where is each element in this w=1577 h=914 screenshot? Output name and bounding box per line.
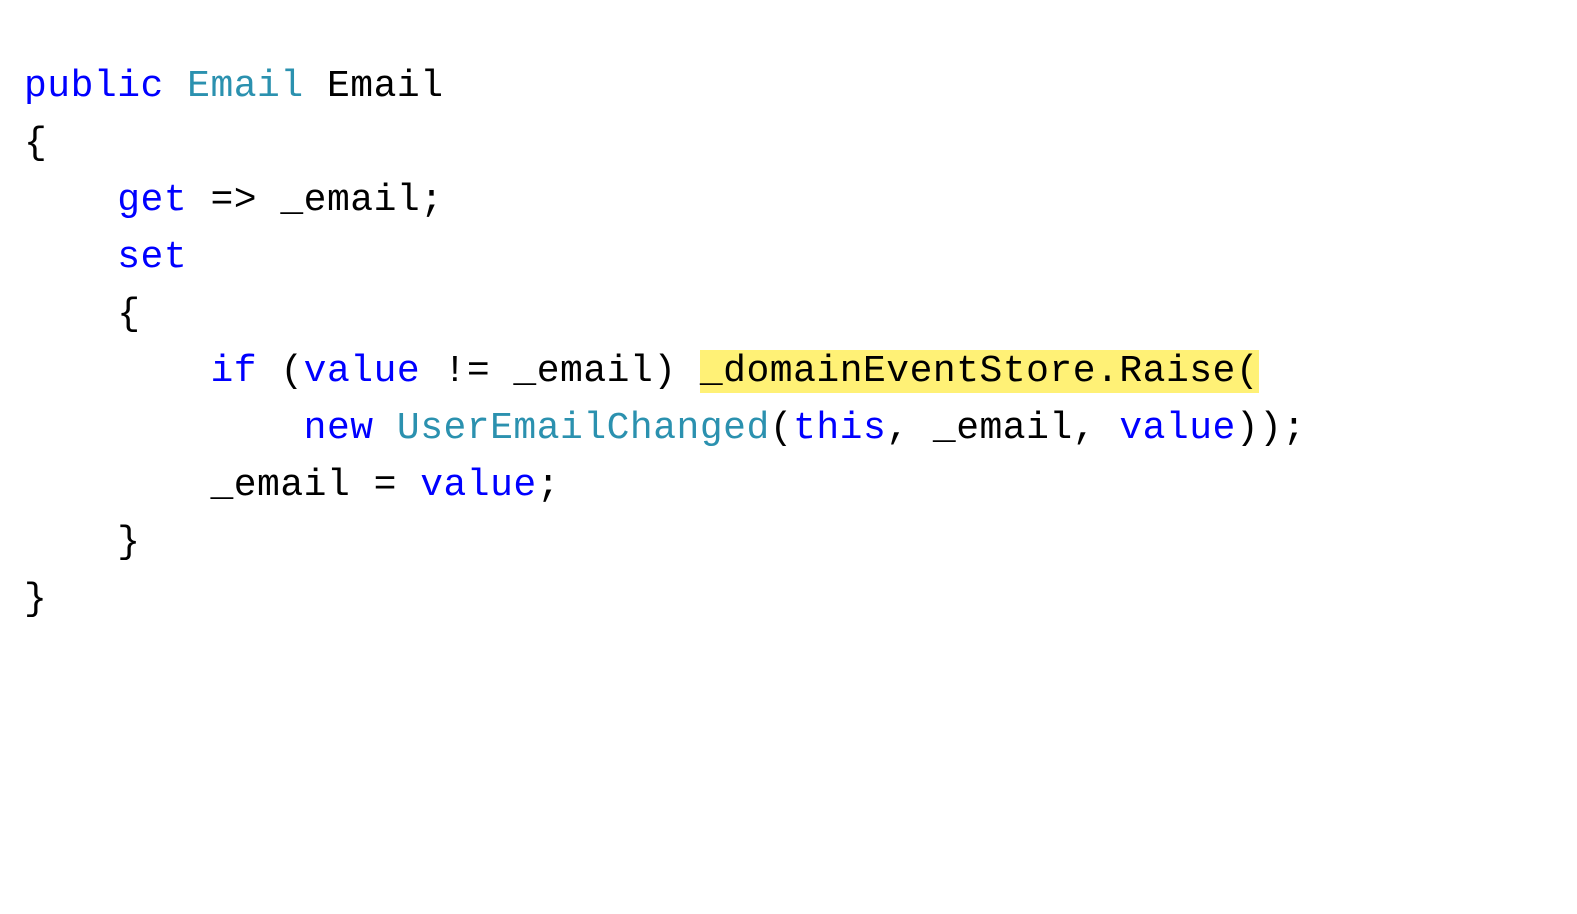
code-block: public Email Email { get => _email; set … <box>24 58 1553 628</box>
t-brace-close-2: } <box>117 521 140 564</box>
t-public: public <box>24 65 164 108</box>
t-brace-open-2: { <box>117 293 140 336</box>
t-neq-email: != _email) <box>444 350 677 393</box>
t-value1: value <box>304 350 421 393</box>
t-if: if <box>210 350 257 393</box>
t-get-body: => _email; <box>210 179 443 222</box>
t-paren-open: ( <box>280 350 303 393</box>
t-value2: value <box>1119 407 1236 450</box>
t-brace-close-1: } <box>24 578 47 621</box>
t-new: new <box>304 407 374 450</box>
t-close-call: )); <box>1236 407 1306 450</box>
t-get: get <box>117 179 187 222</box>
t-type-email: Email <box>187 65 304 108</box>
t-user-email-changed: UserEmailChanged <box>397 407 770 450</box>
t-set: set <box>117 236 187 279</box>
t-this: this <box>793 407 886 450</box>
t-brace-open-1: { <box>24 122 47 165</box>
t-domain-raise: _domainEventStore.Raise( <box>700 350 1259 393</box>
t-paren-open-2: ( <box>770 407 793 450</box>
t-prop-email: Email <box>327 65 444 108</box>
t-comma-email: , _email, <box>886 407 1096 450</box>
t-assign-email: _email = <box>210 464 396 507</box>
t-semicolon: ; <box>537 464 560 507</box>
t-value3: value <box>420 464 537 507</box>
